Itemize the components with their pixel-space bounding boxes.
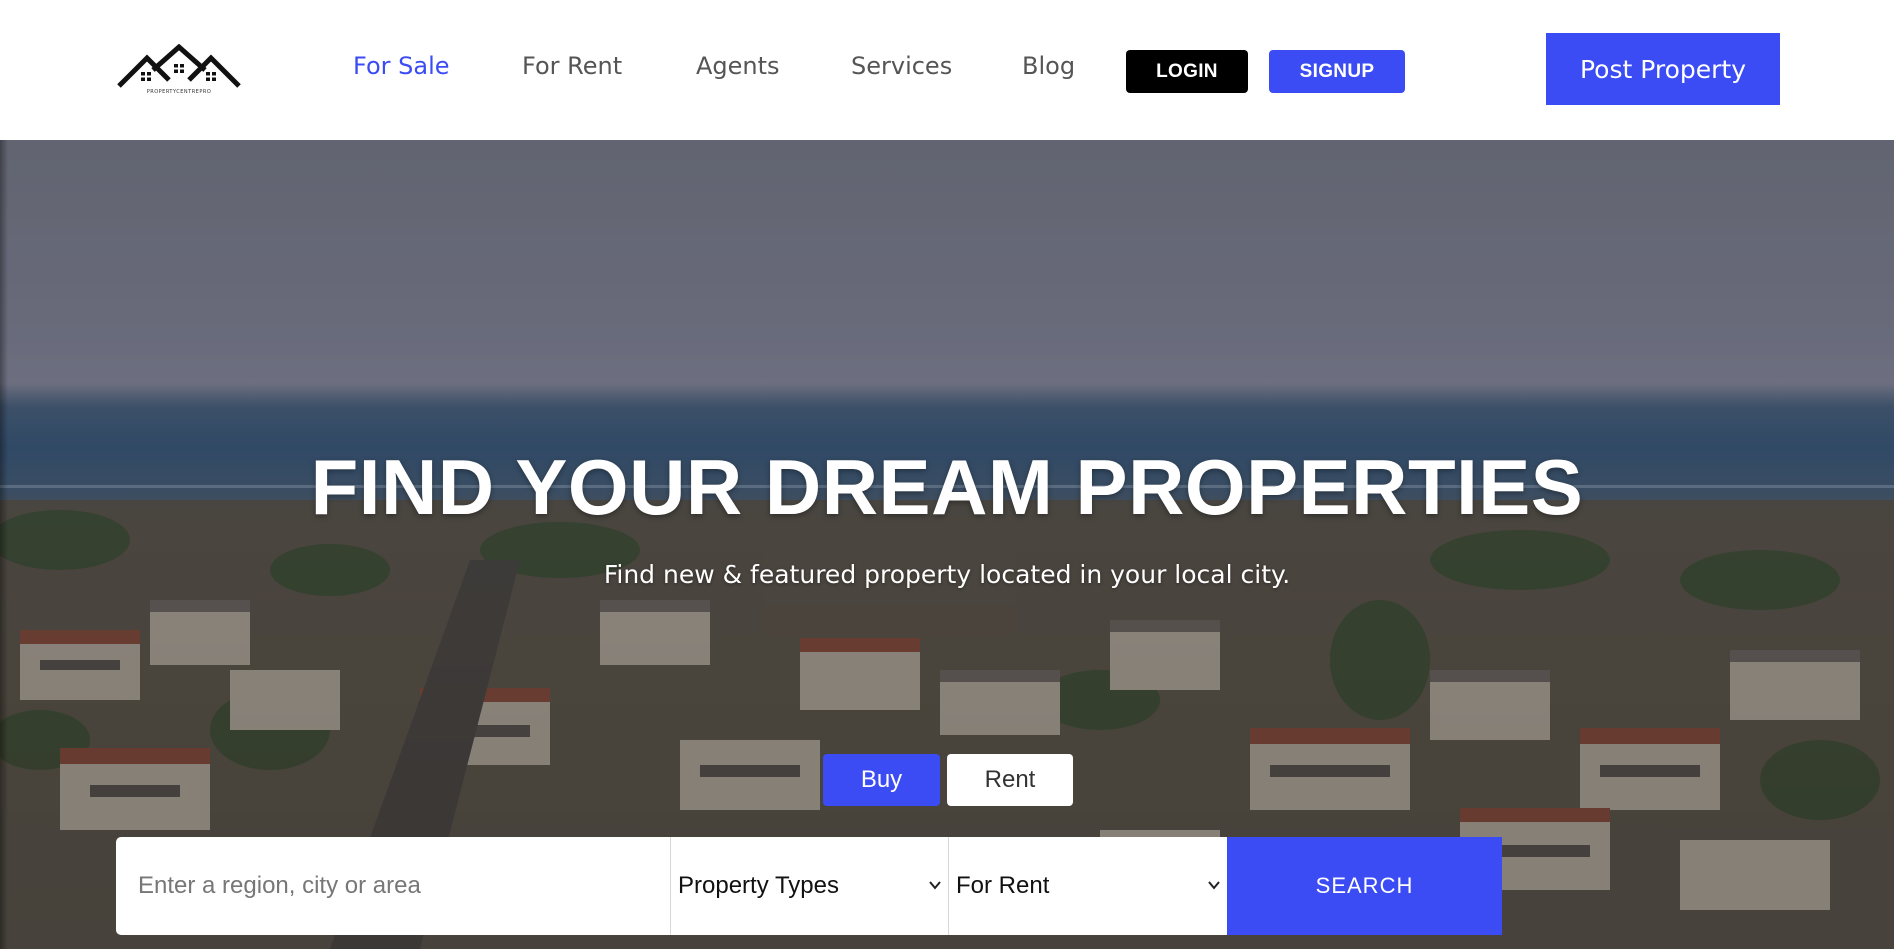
site-logo[interactable]: PROPERTYCENTREPRO — [117, 44, 241, 96]
signup-button[interactable]: SIGNUP — [1269, 50, 1405, 93]
hero-section: FIND YOUR DREAM PROPERTIES Find new & fe… — [0, 140, 1894, 949]
nav-for-rent[interactable]: For Rent — [522, 52, 622, 80]
chevron-down-icon — [1208, 881, 1220, 890]
search-input[interactable] — [116, 837, 670, 935]
nav-blog[interactable]: Blog — [1022, 52, 1075, 80]
logo-house-icon — [117, 44, 241, 88]
listing-status-select[interactable]: For Rent — [948, 837, 1227, 935]
property-type-value: Property Types — [678, 872, 839, 899]
hero-overlay — [0, 140, 1894, 949]
property-type-select[interactable]: Property Types — [670, 837, 948, 935]
site-header: PROPERTYCENTREPRO For Sale For Rent Agen… — [0, 0, 1894, 140]
post-property-button[interactable]: Post Property — [1546, 33, 1780, 105]
logo-caption: PROPERTYCENTREPRO — [146, 89, 212, 95]
hero-edge-shade — [0, 140, 8, 949]
tab-buy[interactable]: Buy — [823, 754, 940, 806]
listing-status-value: For Rent — [956, 872, 1050, 899]
chevron-down-icon — [929, 881, 941, 890]
nav-services[interactable]: Services — [851, 52, 952, 80]
tab-rent[interactable]: Rent — [947, 754, 1073, 806]
login-button[interactable]: LOGIN — [1126, 50, 1248, 93]
search-button[interactable]: SEARCH — [1227, 837, 1502, 935]
search-bar: Property Types For Rent SEARCH — [116, 837, 1502, 935]
nav-agents[interactable]: Agents — [696, 52, 780, 80]
nav-for-sale[interactable]: For Sale — [353, 52, 450, 80]
hero-subtitle: Find new & featured property located in … — [603, 560, 1291, 589]
hero-title: FIND YOUR DREAM PROPERTIES — [310, 443, 1584, 531]
